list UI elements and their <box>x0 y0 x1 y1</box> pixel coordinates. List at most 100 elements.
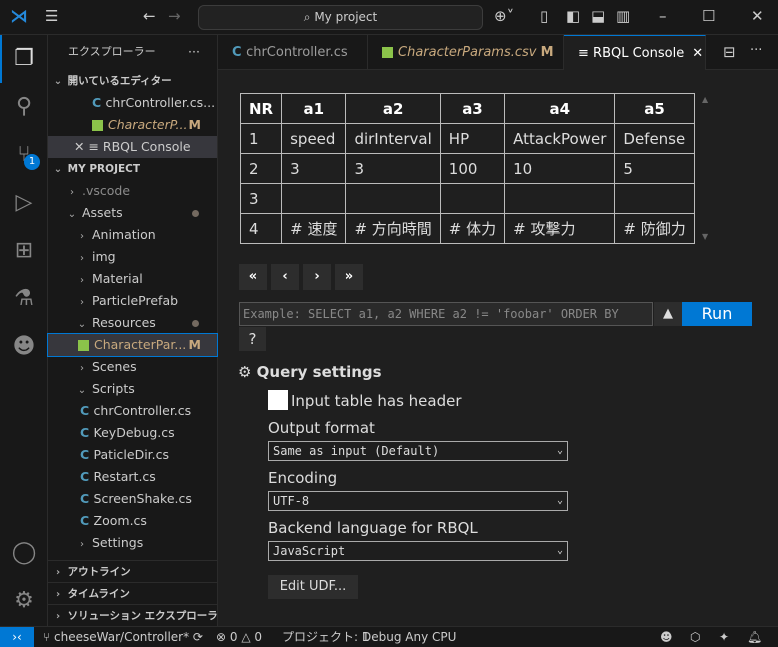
forward-icon[interactable]: → <box>168 7 181 25</box>
tree-item[interactable]: › Material <box>48 268 217 290</box>
more-actions-icon[interactable]: ··· <box>750 43 762 58</box>
explorer-icon[interactable]: ❐ <box>10 45 38 73</box>
branch-icon: ⑂ <box>43 630 51 644</box>
tree-item[interactable]: › ParticlePrefab <box>48 290 217 312</box>
chevron-down-icon: ⌄ <box>556 545 563 556</box>
sync-icon: ⟳ <box>192 630 203 644</box>
warning-icon: △ <box>241 630 251 644</box>
solution-explorer-section[interactable]: › ソリューション エクスプローラー <box>48 604 217 626</box>
prev-page-button[interactable]: ‹ <box>271 264 299 290</box>
table-cell: # 防御力 <box>614 213 695 244</box>
query-input[interactable]: Example: SELECT a1, a2 WHERE a2 != 'foob… <box>239 302 653 326</box>
table-cell: 1 <box>239 123 283 154</box>
tree-item[interactable]: C KeyDebug.cs <box>48 422 217 444</box>
edit-udf-button[interactable]: Edit UDF... <box>268 575 358 599</box>
status-bar: ›‹ ⑂ cheeseWar/Controller* ⟳ ⊗ 0 △ 0 プロジ… <box>0 626 778 647</box>
tree-item[interactable]: › Scenes <box>48 356 217 378</box>
csv-preview-table: NR a1 a2 a3 a4 a5 1 speed dirInterval HP AttackPo… <box>239 93 695 244</box>
bell-icon[interactable]: 🔔︎ <box>747 627 762 647</box>
build-config[interactable]: Debug Any CPU <box>362 627 456 647</box>
tab-characterparams[interactable]: CharacterParams.csv M <box>368 35 564 70</box>
maximize-icon[interactable]: ☐ <box>702 7 715 25</box>
tree-item[interactable]: C Restart.cs <box>48 466 217 488</box>
remote-icon[interactable]: ›‹ <box>0 627 34 647</box>
open-editors-header[interactable]: ⌄ 開いているエディター <box>48 70 217 92</box>
last-page-button[interactable]: » <box>335 264 363 290</box>
tree-item[interactable]: ⌄ Scripts <box>48 378 217 400</box>
tab-rbql-console[interactable]: ≡ RBQL Console ✕ <box>564 35 706 70</box>
minimize-icon[interactable]: – <box>659 7 667 25</box>
tree-item[interactable]: › Animation <box>48 224 217 246</box>
search-icon[interactable]: ⚲ <box>10 93 38 121</box>
toggle-secondary-sidebar-icon[interactable]: ▥ <box>616 7 630 25</box>
copilot-icon[interactable]: ☻ <box>10 333 38 361</box>
tree-item[interactable]: › .vscode <box>48 180 217 202</box>
open-editor-item[interactable]: CharacterP... M <box>48 114 217 136</box>
toggle-panel-icon[interactable]: ⬓ <box>591 7 605 25</box>
copilot-icon[interactable]: ⊕˅ <box>494 7 514 25</box>
query-settings-header[interactable]: ⚙ Query settings <box>238 363 382 381</box>
close-tab-icon[interactable]: ✕ <box>692 46 703 61</box>
tree-item[interactable]: C Zoom.cs <box>48 510 217 532</box>
tree-item[interactable]: › Settings <box>48 532 217 554</box>
table-scrollbar[interactable]: ▲ <box>702 95 708 104</box>
sparkle-icon[interactable]: ✦ <box>719 627 729 647</box>
next-page-button[interactable]: › <box>303 264 331 290</box>
project-count[interactable]: プロジェクト: 1 <box>282 627 370 647</box>
more-actions-icon[interactable]: ··· <box>188 41 208 63</box>
back-icon[interactable]: ← <box>143 7 156 25</box>
encoding-select[interactable]: UTF-8 ⌄ <box>268 491 568 511</box>
csharp-icon: C <box>80 469 94 484</box>
help-button[interactable]: ? <box>239 327 266 351</box>
open-editor-item[interactable]: C chrController.cs... <box>48 92 217 114</box>
header-checkbox[interactable] <box>268 390 288 410</box>
branch-item[interactable]: ⑂ cheeseWar/Controller* ⟳ <box>43 627 203 647</box>
close-icon[interactable]: ✕ <box>751 7 764 25</box>
table-cell: # 方向時間 <box>345 213 441 244</box>
command-center-search[interactable]: ⌕ My project <box>198 5 483 30</box>
testing-icon[interactable]: ⚗ <box>10 285 38 313</box>
backend-select[interactable]: JavaScript ⌄ <box>268 541 568 561</box>
customize-layout-icon[interactable]: ▯ <box>540 7 548 25</box>
output-format-label: Output format <box>268 419 375 437</box>
column-header: a3 <box>439 93 506 124</box>
extension-icon[interactable]: ⬡ <box>690 627 700 647</box>
encoding-label: Encoding <box>268 469 338 487</box>
open-editor-item[interactable]: ✕ ≡ RBQL Console <box>48 136 217 158</box>
table-cell: 3 <box>239 183 283 214</box>
tree-item[interactable]: CharacterPar... M <box>47 333 218 357</box>
problems-item[interactable]: ⊗ 0 △ 0 <box>216 627 262 647</box>
table-cell: 3 <box>281 153 347 184</box>
query-history-button[interactable]: ▲ <box>654 302 682 326</box>
vscode-logo-icon: ⋊ <box>10 6 28 27</box>
tree-item[interactable]: ⌄ Assets <box>48 202 217 224</box>
extensions-icon[interactable]: ⊞ <box>10 237 38 265</box>
backend-label: Backend language for RBQL <box>268 519 478 537</box>
output-format-select[interactable]: Same as input (Default) ⌄ <box>268 441 568 461</box>
run-debug-icon[interactable]: ▷ <box>10 189 38 217</box>
tab-chrcontroller[interactable]: C chrController.cs <box>218 35 368 70</box>
account-icon[interactable]: ◯ <box>10 539 38 567</box>
tree-item[interactable]: ⌄ Resources <box>48 312 217 334</box>
table-row: 4 # 速度 # 方向時間 # 体力 # 攻撃力 # 防御力 <box>239 213 695 244</box>
outline-section[interactable]: › アウトライン <box>48 560 217 582</box>
toggle-sidebar-icon[interactable]: ◧ <box>566 7 580 25</box>
error-icon: ⊗ <box>216 630 227 644</box>
close-icon[interactable]: ✕ <box>74 139 88 154</box>
run-button[interactable]: Run <box>682 302 752 326</box>
split-editor-icon[interactable]: ⊟ <box>723 43 736 61</box>
gear-icon: ⚙ <box>238 363 257 381</box>
copilot-icon[interactable]: ☻ <box>660 627 673 647</box>
rbql-icon: ≡ <box>88 139 103 154</box>
table-scrollbar[interactable]: ▼ <box>702 232 708 241</box>
tree-item[interactable]: C PaticleDir.cs <box>48 444 217 466</box>
settings-gear-icon[interactable]: ⚙ <box>10 587 38 615</box>
menu-icon[interactable]: ☰ <box>45 7 58 25</box>
first-page-button[interactable]: « <box>239 264 267 290</box>
tree-item[interactable]: C chrController.cs <box>48 400 217 422</box>
scm-badge: 1 <box>24 154 40 170</box>
timeline-section[interactable]: › タイムライン <box>48 582 217 604</box>
tree-item[interactable]: › img <box>48 246 217 268</box>
tree-item[interactable]: C ScreenShake.cs <box>48 488 217 510</box>
project-header[interactable]: ⌄ MY PROJECT <box>48 158 217 180</box>
